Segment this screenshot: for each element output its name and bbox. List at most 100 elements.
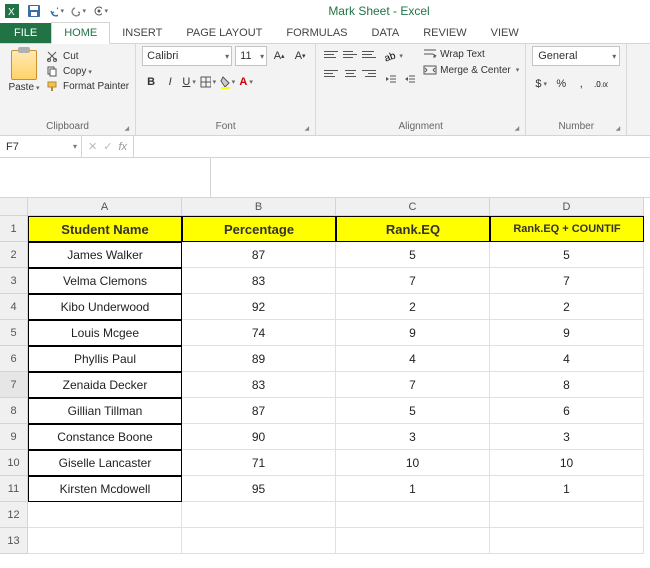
row-header[interactable]: 13: [0, 528, 28, 554]
cell-rankcount[interactable]: 4: [490, 346, 644, 372]
cell-empty[interactable]: [336, 502, 490, 528]
cell-rankcount[interactable]: 5: [490, 242, 644, 268]
cell-percentage[interactable]: 71: [182, 450, 336, 476]
tab-insert[interactable]: INSERT: [110, 23, 174, 43]
row-header[interactable]: 5: [0, 320, 28, 346]
cell-rankcount[interactable]: 8: [490, 372, 644, 398]
decrease-indent-icon[interactable]: [382, 69, 400, 89]
row-header[interactable]: 6: [0, 346, 28, 372]
row-header[interactable]: 3: [0, 268, 28, 294]
cell-percentage[interactable]: 90: [182, 424, 336, 450]
font-color-button[interactable]: A: [237, 72, 255, 92]
increase-decimal-icon[interactable]: .0.00: [592, 74, 610, 94]
header-rankeq-countif[interactable]: Rank.EQ + COUNTIF: [490, 216, 644, 242]
row-header[interactable]: 12: [0, 502, 28, 528]
save-icon[interactable]: [26, 3, 42, 19]
increase-indent-icon[interactable]: [401, 69, 419, 89]
percent-format-button[interactable]: %: [552, 74, 570, 94]
decrease-font-icon[interactable]: A▾: [291, 46, 309, 66]
cell-empty[interactable]: [182, 528, 336, 554]
cell-percentage[interactable]: 87: [182, 242, 336, 268]
cell-student-name[interactable]: Constance Boone: [28, 424, 182, 450]
cell-rankcount[interactable]: 9: [490, 320, 644, 346]
cell-percentage[interactable]: 95: [182, 476, 336, 502]
border-button[interactable]: [199, 72, 217, 92]
cell-empty[interactable]: [490, 528, 644, 554]
increase-font-icon[interactable]: A▴: [270, 46, 288, 66]
copy-button[interactable]: Copy: [46, 65, 129, 77]
align-center-icon[interactable]: [341, 65, 359, 81]
column-header-d[interactable]: D: [490, 198, 644, 216]
select-all-corner[interactable]: [0, 198, 28, 216]
cell-student-name[interactable]: Gillian Tillman: [28, 398, 182, 424]
cell-rankeq[interactable]: 9: [336, 320, 490, 346]
cell-student-name[interactable]: Louis Mcgee: [28, 320, 182, 346]
cell-rankcount[interactable]: 1: [490, 476, 644, 502]
cell-rankeq[interactable]: 4: [336, 346, 490, 372]
name-box[interactable]: F7: [0, 136, 82, 157]
cell-student-name[interactable]: James Walker: [28, 242, 182, 268]
header-rankeq[interactable]: Rank.EQ: [336, 216, 490, 242]
spreadsheet-grid[interactable]: A B C D 1 Student Name Percentage Rank.E…: [0, 198, 650, 554]
cell-rankeq[interactable]: 5: [336, 242, 490, 268]
italic-button[interactable]: I: [161, 72, 179, 92]
header-student-name[interactable]: Student Name: [28, 216, 182, 242]
row-header[interactable]: 11: [0, 476, 28, 502]
cell-student-name[interactable]: Kibo Underwood: [28, 294, 182, 320]
underline-button[interactable]: U: [180, 72, 198, 92]
formula-expand-box[interactable]: [210, 158, 650, 197]
redo-icon[interactable]: [70, 3, 86, 19]
column-header-a[interactable]: A: [28, 198, 182, 216]
cell-empty[interactable]: [28, 502, 182, 528]
cut-button[interactable]: Cut: [46, 50, 129, 62]
number-format-select[interactable]: General▾: [532, 46, 620, 66]
fill-color-button[interactable]: [218, 72, 236, 92]
cell-rankeq[interactable]: 3: [336, 424, 490, 450]
cell-rankeq[interactable]: 5: [336, 398, 490, 424]
cell-empty[interactable]: [182, 502, 336, 528]
header-percentage[interactable]: Percentage: [182, 216, 336, 242]
tab-data[interactable]: DATA: [360, 23, 412, 43]
cell-rankcount[interactable]: 7: [490, 268, 644, 294]
paste-button[interactable]: Paste: [6, 46, 42, 93]
cell-rankeq[interactable]: 7: [336, 268, 490, 294]
align-left-icon[interactable]: [322, 65, 340, 81]
cell-rankeq[interactable]: 2: [336, 294, 490, 320]
cell-rankcount[interactable]: 10: [490, 450, 644, 476]
orientation-button[interactable]: ab: [382, 46, 404, 66]
formula-input[interactable]: [133, 136, 650, 157]
touch-mode-icon[interactable]: [92, 3, 108, 19]
tab-review[interactable]: REVIEW: [411, 23, 478, 43]
bold-button[interactable]: B: [142, 72, 160, 92]
tab-home[interactable]: HOME: [51, 22, 110, 44]
align-middle-icon[interactable]: [341, 46, 359, 62]
comma-format-button[interactable]: ,: [572, 74, 590, 94]
cell-student-name[interactable]: Kirsten Mcdowell: [28, 476, 182, 502]
tab-formulas[interactable]: FORMULAS: [274, 23, 359, 43]
cell-empty[interactable]: [28, 528, 182, 554]
format-painter-button[interactable]: Format Painter: [46, 80, 129, 92]
cell-percentage[interactable]: 83: [182, 268, 336, 294]
cell-percentage[interactable]: 92: [182, 294, 336, 320]
row-header[interactable]: 9: [0, 424, 28, 450]
accounting-format-button[interactable]: $: [532, 74, 550, 94]
row-header[interactable]: 8: [0, 398, 28, 424]
row-header[interactable]: 10: [0, 450, 28, 476]
font-name-select[interactable]: Calibri▾: [142, 46, 232, 66]
cell-empty[interactable]: [490, 502, 644, 528]
cell-student-name[interactable]: Giselle Lancaster: [28, 450, 182, 476]
fx-icon[interactable]: fx: [118, 141, 127, 153]
row-header[interactable]: 4: [0, 294, 28, 320]
tab-file[interactable]: FILE: [0, 23, 51, 43]
cell-empty[interactable]: [336, 528, 490, 554]
cell-percentage[interactable]: 83: [182, 372, 336, 398]
cell-rankeq[interactable]: 1: [336, 476, 490, 502]
cell-percentage[interactable]: 89: [182, 346, 336, 372]
cell-rankcount[interactable]: 3: [490, 424, 644, 450]
cell-rankcount[interactable]: 2: [490, 294, 644, 320]
cell-student-name[interactable]: Velma Clemons: [28, 268, 182, 294]
font-size-select[interactable]: 11▾: [235, 46, 267, 66]
row-header[interactable]: 1: [0, 216, 28, 242]
cell-student-name[interactable]: Phyllis Paul: [28, 346, 182, 372]
cell-rankeq[interactable]: 7: [336, 372, 490, 398]
